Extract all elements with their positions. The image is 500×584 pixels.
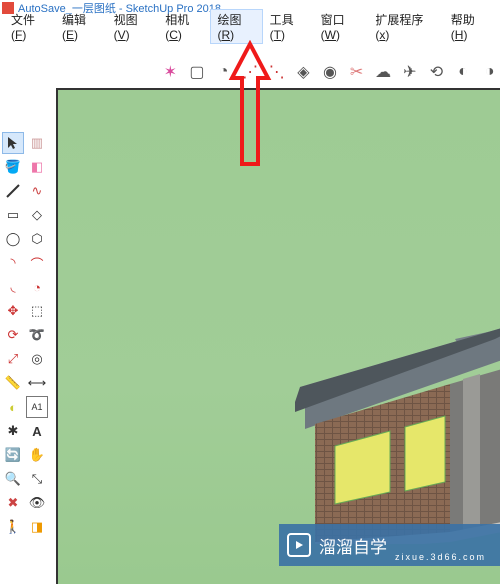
solid-intersect-icon[interactable]: ◉: [320, 61, 341, 83]
sandbox-from-contours-icon[interactable]: ✶: [160, 61, 181, 83]
push-pull-tool[interactable]: ⬚: [26, 300, 48, 322]
solid-split-icon[interactable]: ⟲: [426, 61, 447, 83]
extension-b-icon[interactable]: ◑: [479, 61, 500, 83]
menu-help[interactable]: 帮助(H): [444, 9, 496, 44]
tape-measure-tool[interactable]: 📏: [2, 372, 24, 394]
three-d-text-tool[interactable]: A: [26, 420, 48, 442]
orbit-tool[interactable]: 🔄: [2, 444, 24, 466]
rotate-tool[interactable]: ⟳: [2, 324, 24, 346]
top-toolbar: ✶ ▢ ◔ ⋰ ⋱ ◈ ◉ ✂ ☁ ✈ ⟲ ◐ ◑: [160, 56, 500, 88]
model-viewport[interactable]: [56, 88, 500, 584]
sandbox-smoove-icon[interactable]: ◔: [213, 61, 234, 83]
menu-draw[interactable]: 绘图(R): [210, 9, 262, 44]
zoom-tool[interactable]: 🔍: [2, 468, 24, 490]
polygon-tool[interactable]: ⬡: [26, 228, 48, 250]
menu-file[interactable]: 文件(F): [4, 9, 55, 44]
protractor-tool[interactable]: ◐: [2, 396, 24, 418]
watermark-url: zixue.3d66.com: [395, 552, 486, 566]
move-tool[interactable]: ✥: [2, 300, 24, 322]
menu-camera[interactable]: 相机(C): [158, 9, 210, 44]
solid-trim-icon[interactable]: ✈: [399, 61, 420, 83]
left-toolbar: ▥ 🪣 ◧ ∿ ▭ ◇ ◯ ⬡ ◝ ⌒ ◟ ◔ ✥ ⬚ ⟳ ➰ ⤢ ◎ 📏 ⟷: [0, 130, 52, 584]
menu-view[interactable]: 视图(V): [107, 9, 159, 44]
watermark-brand: 溜溜自学: [319, 533, 387, 558]
extension-a-icon[interactable]: ◐: [453, 61, 474, 83]
select-tool[interactable]: [2, 132, 24, 154]
menu-bar: 文件(F) 编辑(E) 视图(V) 相机(C) 绘图(R) 工具(T) 窗口(W…: [0, 16, 500, 34]
rotated-rectangle-tool[interactable]: ◇: [26, 204, 48, 226]
sandbox-drape-icon[interactable]: ⋱: [266, 61, 287, 83]
look-around-tool[interactable]: 👁: [26, 492, 48, 514]
menu-extensions[interactable]: 扩展程序 (x): [368, 9, 443, 44]
solid-union-icon[interactable]: ✂: [346, 61, 367, 83]
solid-outer-shell-icon[interactable]: ◈: [293, 61, 314, 83]
paint-bucket-tool[interactable]: 🪣: [2, 156, 24, 178]
position-camera-tool[interactable]: ✖: [2, 492, 24, 514]
offset-tool[interactable]: ◎: [26, 348, 48, 370]
rectangle-tool[interactable]: ▭: [2, 204, 24, 226]
make-component-tool[interactable]: ▥: [26, 132, 48, 154]
two-point-arc-tool[interactable]: ⌒: [26, 252, 48, 274]
axes-tool[interactable]: ✱: [2, 420, 24, 442]
pan-tool[interactable]: ✋: [26, 444, 48, 466]
building-model: [240, 284, 500, 544]
circle-tool[interactable]: ◯: [2, 228, 24, 250]
menu-window[interactable]: 窗口(W): [314, 9, 369, 44]
walk-tool[interactable]: 🚶: [2, 516, 24, 538]
section-plane-tool[interactable]: ◨: [26, 516, 48, 538]
dimension-tool[interactable]: ⟷: [26, 372, 48, 394]
menu-tools[interactable]: 工具(T): [263, 9, 314, 44]
arc-tool[interactable]: ◝: [2, 252, 24, 274]
eraser-tool[interactable]: ◧: [26, 156, 48, 178]
sandbox-stamp-icon[interactable]: ⋰: [240, 61, 261, 83]
freehand-tool[interactable]: ∿: [26, 180, 48, 202]
play-icon: [287, 533, 311, 557]
pie-tool[interactable]: ◔: [26, 276, 48, 298]
watermark: 溜溜自学 zixue.3d66.com: [279, 524, 500, 566]
sandbox-from-scratch-icon[interactable]: ▢: [187, 61, 208, 83]
scale-tool[interactable]: ⤢: [2, 348, 24, 370]
solid-subtract-icon[interactable]: ☁: [373, 61, 394, 83]
menu-edit[interactable]: 编辑(E): [55, 9, 107, 44]
follow-me-tool[interactable]: ➰: [26, 324, 48, 346]
zoom-extents-tool[interactable]: ⤡: [26, 468, 48, 490]
three-point-arc-tool[interactable]: ◟: [2, 276, 24, 298]
text-tool[interactable]: A1: [26, 396, 48, 418]
line-tool[interactable]: [2, 180, 24, 202]
